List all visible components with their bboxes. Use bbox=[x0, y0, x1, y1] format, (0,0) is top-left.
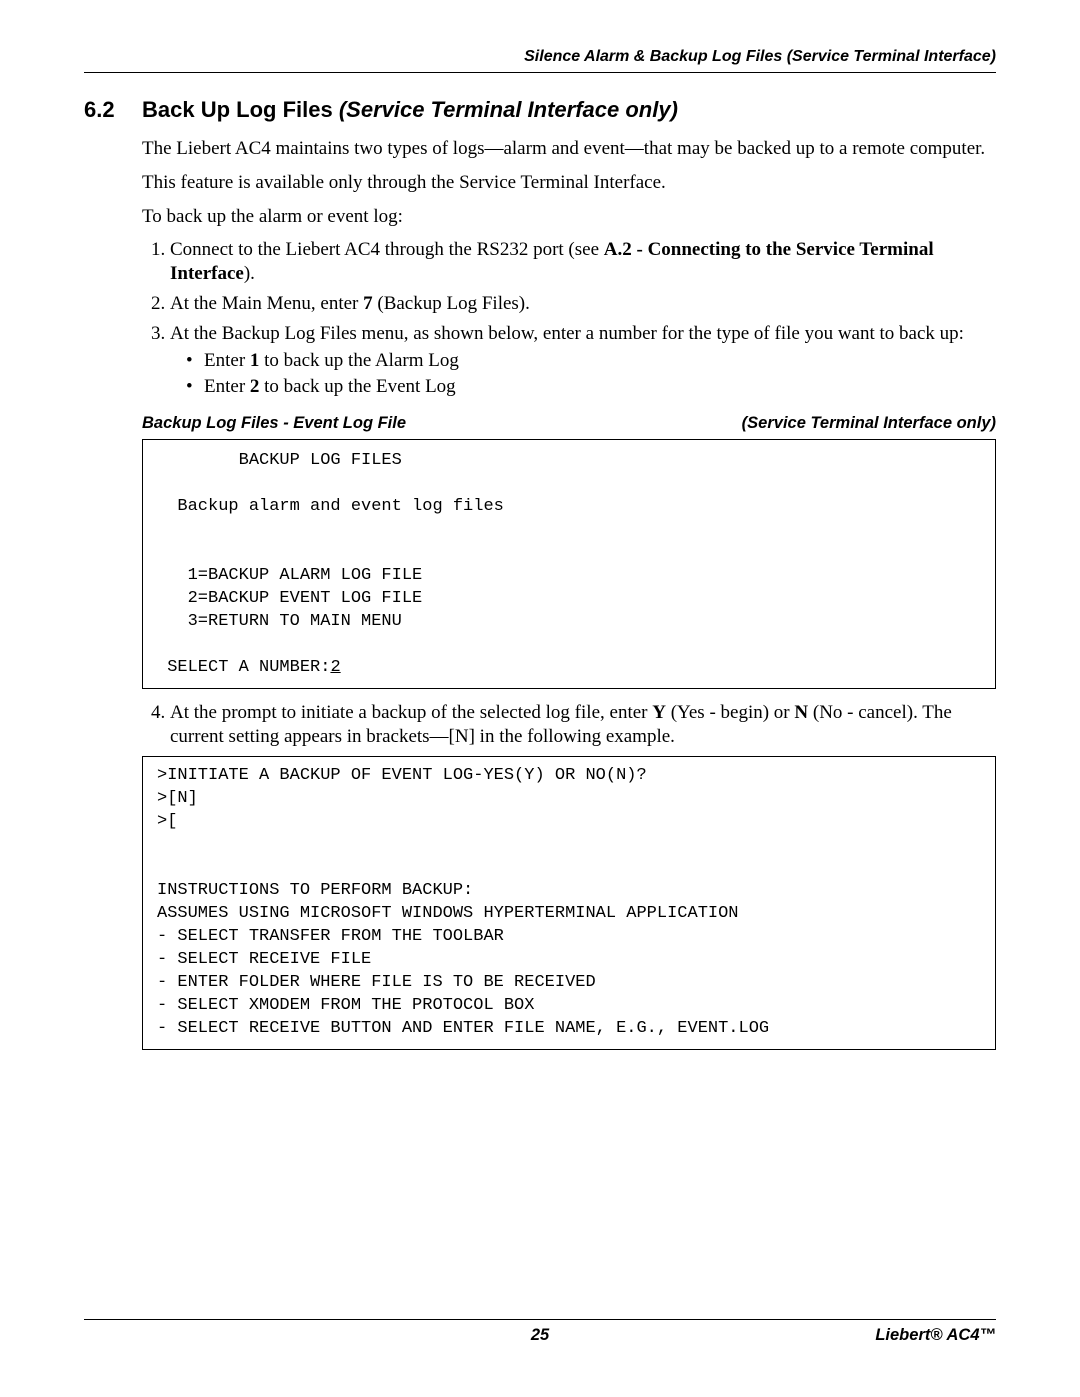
terminal-line: - SELECT RECEIVE FILE bbox=[157, 950, 371, 969]
terminal-output: BACKUP LOG FILES Backup alarm and event … bbox=[142, 439, 996, 688]
list-item: At the Main Menu, enter 7 (Backup Log Fi… bbox=[170, 292, 996, 316]
document-page: Silence Alarm & Backup Log Files (Servic… bbox=[0, 0, 1080, 1397]
header-rule bbox=[84, 72, 996, 73]
terminal-line: SELECT A NUMBER: bbox=[157, 658, 330, 677]
terminal-line: INSTRUCTIONS TO PERFORM BACKUP: bbox=[157, 881, 473, 900]
terminal-line: Backup alarm and event log files bbox=[157, 497, 504, 516]
terminal-output: >INITIATE A BACKUP OF EVENT LOG-YES(Y) O… bbox=[142, 756, 996, 1049]
terminal-line: >[N] bbox=[157, 789, 198, 808]
running-header: Silence Alarm & Backup Log Files (Servic… bbox=[84, 48, 996, 66]
text: Connect to the Liebert AC4 through the R… bbox=[170, 239, 604, 260]
figure-caption: Backup Log Files - Event Log File (Servi… bbox=[142, 413, 996, 434]
list-item: Enter 2 to back up the Event Log bbox=[204, 375, 996, 399]
section-number: 6.2 bbox=[84, 97, 142, 123]
caption-right: (Service Terminal Interface only) bbox=[742, 413, 996, 434]
paragraph: This feature is available only through t… bbox=[142, 171, 996, 195]
bold-text: N bbox=[794, 702, 808, 723]
ordered-steps: Connect to the Liebert AC4 through the R… bbox=[142, 238, 996, 399]
bullet-list: Enter 1 to back up the Alarm Log Enter 2… bbox=[170, 349, 996, 399]
section-title-plain: Back Up Log Files bbox=[142, 97, 339, 122]
terminal-line: - SELECT TRANSFER FROM THE TOOLBAR bbox=[157, 927, 504, 946]
section-title-italic: (Service Terminal Interface only) bbox=[339, 97, 678, 122]
text: to back up the Alarm Log bbox=[259, 350, 458, 371]
text: At the Main Menu, enter bbox=[170, 293, 363, 314]
section-heading: 6.2 Back Up Log Files (Service Terminal … bbox=[84, 97, 996, 123]
list-item: Connect to the Liebert AC4 through the R… bbox=[170, 238, 996, 286]
terminal-line: 1=BACKUP ALARM LOG FILE bbox=[157, 566, 422, 585]
terminal-line: - SELECT XMODEM FROM THE PROTOCOL BOX bbox=[157, 996, 534, 1015]
terminal-input-value: 2 bbox=[330, 658, 340, 677]
bold-text: 1 bbox=[250, 350, 260, 371]
terminal-line: - ENTER FOLDER WHERE FILE IS TO BE RECEI… bbox=[157, 973, 596, 992]
page-footer: 25 Liebert® AC4™ bbox=[84, 1319, 996, 1345]
paragraph: The Liebert AC4 maintains two types of l… bbox=[142, 137, 996, 161]
footer-product: Liebert® AC4™ bbox=[875, 1326, 996, 1345]
body-content: The Liebert AC4 maintains two types of l… bbox=[142, 137, 996, 1050]
caption-left: Backup Log Files - Event Log File bbox=[142, 413, 406, 434]
section-title: Back Up Log Files (Service Terminal Inte… bbox=[142, 97, 678, 123]
text: At the Backup Log Files menu, as shown b… bbox=[170, 323, 964, 344]
terminal-line: BACKUP LOG FILES bbox=[157, 451, 402, 470]
list-item: Enter 1 to back up the Alarm Log bbox=[204, 349, 996, 373]
terminal-line: >[ bbox=[157, 812, 177, 831]
paragraph: To back up the alarm or event log: bbox=[142, 205, 996, 229]
ordered-steps-cont: At the prompt to initiate a backup of th… bbox=[142, 701, 996, 749]
text: to back up the Event Log bbox=[259, 376, 455, 397]
list-item: At the prompt to initiate a backup of th… bbox=[170, 701, 996, 749]
terminal-line: 2=BACKUP EVENT LOG FILE bbox=[157, 589, 422, 608]
bold-text: 7 bbox=[363, 293, 373, 314]
list-item: At the Backup Log Files menu, as shown b… bbox=[170, 322, 996, 399]
bold-text: 2 bbox=[250, 376, 260, 397]
text: ). bbox=[244, 263, 255, 284]
text: Enter bbox=[204, 350, 250, 371]
footer-rule bbox=[84, 1319, 996, 1320]
text: (Backup Log Files). bbox=[373, 293, 530, 314]
bold-text: Y bbox=[652, 702, 666, 723]
terminal-line: 3=RETURN TO MAIN MENU bbox=[157, 612, 402, 631]
terminal-line: ASSUMES USING MICROSOFT WINDOWS HYPERTER… bbox=[157, 904, 739, 923]
terminal-line: - SELECT RECEIVE BUTTON AND ENTER FILE N… bbox=[157, 1019, 769, 1038]
text: Enter bbox=[204, 376, 250, 397]
text: (Yes - begin) or bbox=[666, 702, 794, 723]
terminal-line: >INITIATE A BACKUP OF EVENT LOG-YES(Y) O… bbox=[157, 766, 647, 785]
text: At the prompt to initiate a backup of th… bbox=[170, 702, 652, 723]
